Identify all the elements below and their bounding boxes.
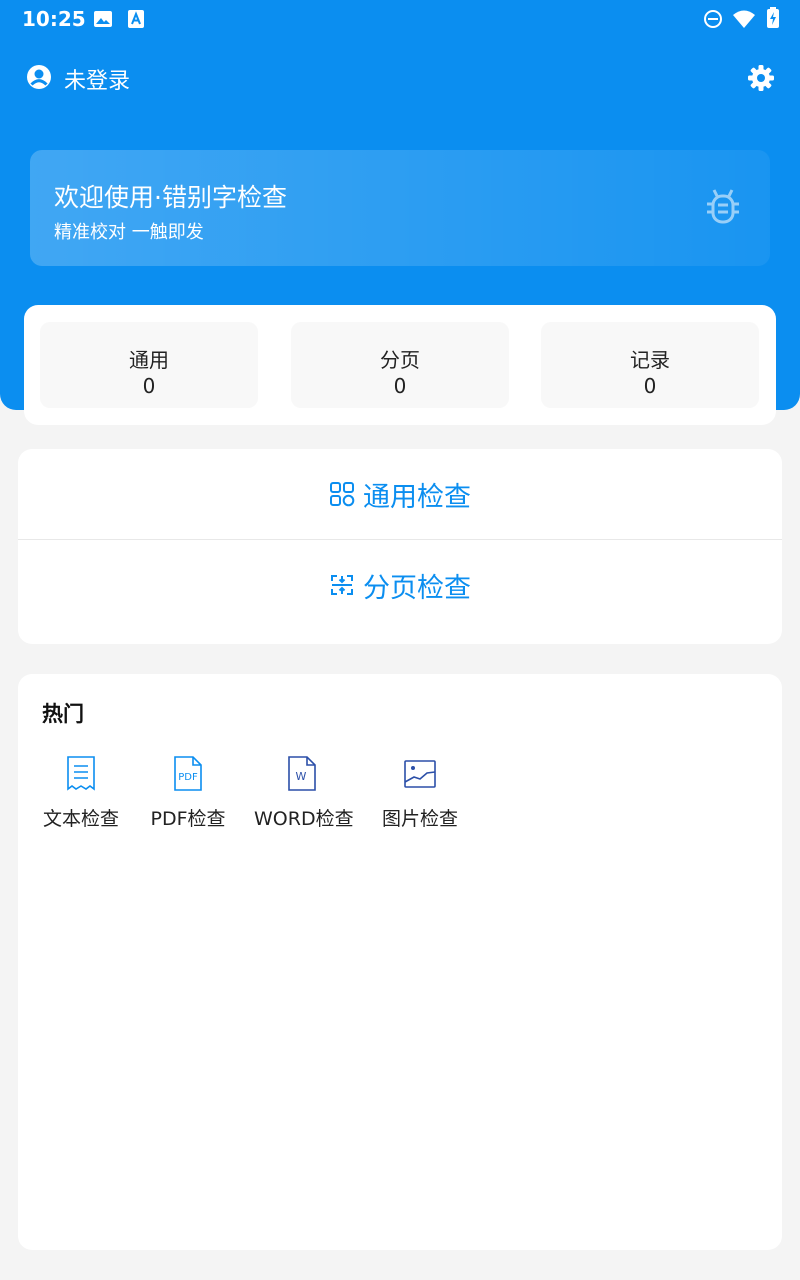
svg-text:W: W <box>296 770 307 783</box>
general-check-button[interactable]: 通用检查 <box>18 449 782 539</box>
stat-value: 0 <box>142 374 156 398</box>
stats-panel: 通用 0 分页 0 记录 0 <box>24 305 776 425</box>
text-doc-icon <box>67 756 95 791</box>
image-check-item[interactable]: 图片检查 <box>380 754 460 831</box>
banner-title: 欢迎使用·错别字检查 <box>54 183 287 212</box>
status-bar: 10:25 <box>0 0 800 38</box>
welcome-banner: 欢迎使用·错别字检查 精准校对 一触即发 <box>30 150 770 266</box>
gallery-notification-icon <box>93 9 113 33</box>
word-icon: W <box>288 756 316 791</box>
top-bar: 未登录 <box>0 58 800 98</box>
pdf-check-item[interactable]: PDF PDF检查 <box>148 754 228 831</box>
wifi-icon <box>732 9 756 33</box>
stat-label: 分页 <box>380 348 420 372</box>
battery-icon <box>766 7 780 33</box>
stat-general[interactable]: 通用 0 <box>40 322 258 408</box>
stat-paged[interactable]: 分页 0 <box>291 322 509 408</box>
hot-item-label: 文本检查 <box>42 808 119 830</box>
hot-item-label: PDF检查 <box>150 808 226 830</box>
stat-label: 通用 <box>129 348 169 372</box>
stat-label: 记录 <box>630 348 670 372</box>
status-time: 10:25 <box>22 7 86 31</box>
stat-value: 0 <box>643 374 657 398</box>
svg-text:PDF: PDF <box>178 772 198 783</box>
text-check-item[interactable]: 文本检查 <box>42 754 120 831</box>
page-split-icon <box>331 575 353 595</box>
hot-item-label: WORD检查 <box>254 808 354 830</box>
image-icon <box>404 760 436 788</box>
settings-gear-icon[interactable] <box>747 64 775 96</box>
font-notification-icon <box>126 9 146 33</box>
grid-icon <box>330 482 355 507</box>
pdf-icon: PDF <box>174 756 202 791</box>
user-avatar-icon[interactable] <box>26 64 52 94</box>
hot-section: 热门 文本检查 PDF PDF检查 W WORD检查 图片检查 <box>18 674 782 1250</box>
hot-section-title: 热门 <box>42 702 84 726</box>
general-check-label: 通用检查 <box>363 481 471 513</box>
stat-records[interactable]: 记录 0 <box>541 322 759 408</box>
paged-check-label: 分页检查 <box>363 572 471 604</box>
check-actions-panel: 通用检查 分页检查 <box>18 449 782 644</box>
bug-icon <box>702 186 744 232</box>
stat-value: 0 <box>393 374 407 398</box>
login-status[interactable]: 未登录 <box>64 63 130 95</box>
hot-item-label: 图片检查 <box>381 808 458 830</box>
word-check-item[interactable]: W WORD检查 <box>254 754 354 831</box>
banner-subtitle: 精准校对 一触即发 <box>54 222 204 243</box>
do-not-disturb-icon <box>703 9 723 33</box>
paged-check-button[interactable]: 分页检查 <box>18 540 782 630</box>
